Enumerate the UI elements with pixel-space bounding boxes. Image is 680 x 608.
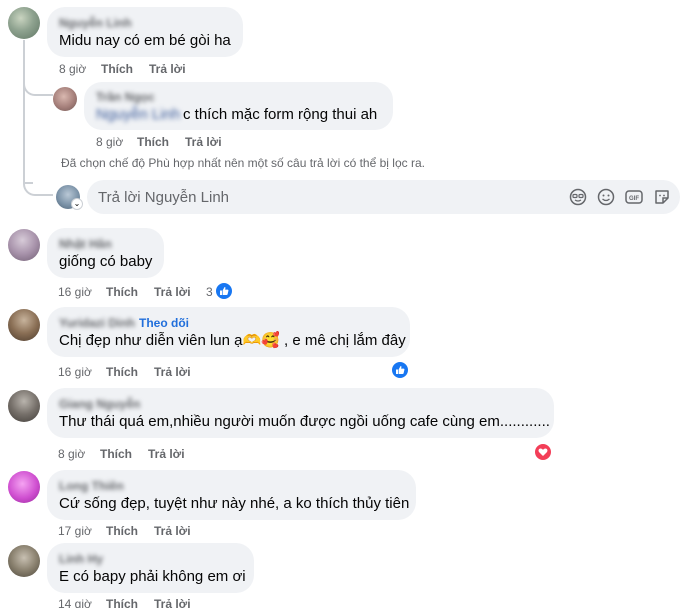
comment-bubble: Giang Nguyễn Thư thái quá em,nhiều người… xyxy=(47,388,554,438)
comment-author[interactable]: Long Thiên xyxy=(59,479,124,493)
comment-bubble: Nguyễn Linh Midu nay có em bé gòi ha xyxy=(47,7,243,57)
reply-button[interactable]: Trả lời xyxy=(154,524,191,538)
comment-author[interactable]: Nguyễn Linh xyxy=(59,16,132,30)
comment-author[interactable]: Giang Nguyễn xyxy=(59,397,140,411)
like-button[interactable]: Thích xyxy=(106,285,138,299)
comment-text: Midu nay có em bé gòi ha xyxy=(59,32,231,49)
filter-notice: Đã chọn chế độ Phù hợp nhất nên một số c… xyxy=(61,156,425,170)
mention-link[interactable]: Nguyễn Linh xyxy=(96,106,180,124)
like-button[interactable]: Thích xyxy=(101,62,133,76)
chevron-down-icon[interactable]: ⌄ xyxy=(71,198,83,210)
avatar[interactable] xyxy=(8,545,40,577)
like-button[interactable]: Thích xyxy=(137,135,169,149)
reply-button[interactable]: Trả lời xyxy=(154,365,191,379)
svg-text:GIF: GIF xyxy=(629,196,639,202)
reply-button[interactable]: Trả lời xyxy=(149,62,186,76)
like-reaction-icon[interactable] xyxy=(390,360,410,380)
thread-curve xyxy=(23,178,53,196)
gif-icon[interactable]: GIF xyxy=(625,188,643,206)
avatar[interactable] xyxy=(53,87,77,111)
sticker-icon[interactable] xyxy=(653,188,671,206)
reply-button[interactable]: Trả lời xyxy=(148,447,185,461)
comment-text: giống có baby xyxy=(59,253,153,270)
comment-bubble: Trần Ngọc Nguyễn Linh c thích mặc form r… xyxy=(84,82,393,130)
comment-bubble: Long Thiên Cứ sống đẹp, tuyệt như này nh… xyxy=(47,470,416,520)
thread-curve-reply xyxy=(23,80,53,96)
avatar[interactable] xyxy=(8,229,40,261)
emoji-avatar-icon[interactable] xyxy=(569,188,587,206)
avatar[interactable] xyxy=(8,471,40,503)
comment-time[interactable]: 17 giờ xyxy=(58,524,92,538)
follow-link[interactable]: Theo dõi xyxy=(139,316,189,330)
comment-time[interactable]: 8 giờ xyxy=(59,62,86,76)
comment-author[interactable]: Linh Hy xyxy=(59,552,103,566)
like-button[interactable]: Thích xyxy=(100,447,132,461)
comment-bubble: Linh Hy E có bapy phải không em ơi xyxy=(47,543,254,593)
comment-time[interactable]: 16 giờ xyxy=(58,365,92,379)
comment-bubble: Nhật Hân giống có baby xyxy=(47,228,164,278)
comment-text: Thư thái quá em,nhiều người muốn được ng… xyxy=(59,413,550,430)
comment-text: c thích mặc form rộng thui ah xyxy=(183,106,378,123)
reaction-count[interactable]: 3 xyxy=(206,285,213,299)
avatar[interactable] xyxy=(8,7,40,39)
comment-text: Cứ sống đẹp, tuyệt như này nhé, a ko thí… xyxy=(59,495,410,512)
comment-bubble: Yuridazi Dinh Theo dõi Chị đẹp như diễn … xyxy=(47,307,410,357)
comment-time[interactable]: 8 giờ xyxy=(58,447,85,461)
comment-author[interactable]: Nhật Hân xyxy=(59,237,112,251)
comment-text: E có bapy phải không em ơi xyxy=(59,568,246,585)
comment-text: Chị đẹp như diễn viên lun ạ🫶🥰 , e mê chị… xyxy=(59,332,406,349)
thread-line xyxy=(23,40,25,182)
reply-input[interactable]: Trả lời Nguyễn Linh GIF xyxy=(87,180,680,214)
comment-author[interactable]: Yuridazi Dinh xyxy=(59,316,135,330)
avatar[interactable] xyxy=(8,390,40,422)
comment-time[interactable]: 14 giờ xyxy=(58,597,92,608)
comment-time[interactable]: 16 giờ xyxy=(58,285,92,299)
like-reaction-icon[interactable] xyxy=(214,281,234,301)
like-button[interactable]: Thích xyxy=(106,365,138,379)
avatar[interactable] xyxy=(8,309,40,341)
comment-time[interactable]: 8 giờ xyxy=(96,135,123,149)
comment-author[interactable]: Trần Ngọc xyxy=(96,90,155,104)
smile-icon[interactable] xyxy=(597,188,615,206)
like-button[interactable]: Thích xyxy=(106,597,138,608)
reply-input-placeholder: Trả lời Nguyễn Linh xyxy=(98,189,230,206)
reply-button[interactable]: Trả lời xyxy=(185,135,222,149)
like-button[interactable]: Thích xyxy=(106,524,138,538)
reply-button[interactable]: Trả lời xyxy=(154,597,191,608)
reply-button[interactable]: Trả lời xyxy=(154,285,191,299)
love-reaction-icon[interactable] xyxy=(533,442,553,462)
